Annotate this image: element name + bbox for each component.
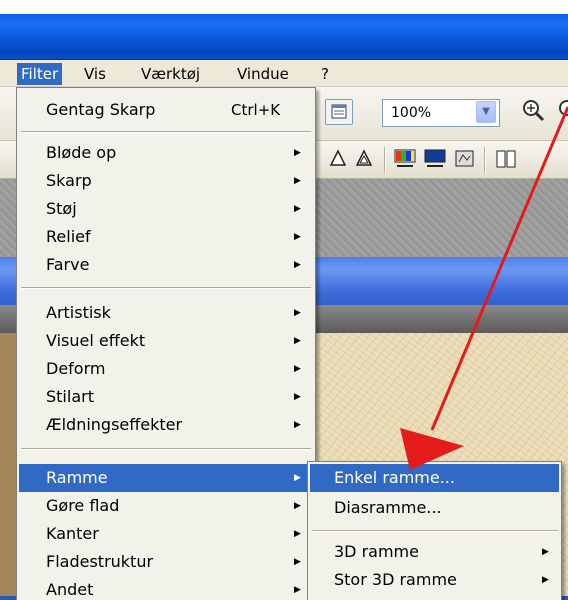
menu-separator: [21, 131, 311, 133]
submenu-arrow-icon: ▶: [294, 336, 301, 346]
menu-separator: [21, 448, 311, 450]
menu-item-label: Diasramme...: [334, 498, 442, 517]
menu-item-label: Kanter: [46, 524, 99, 543]
menu-filter[interactable]: Filter: [17, 63, 63, 85]
menu-vindue[interactable]: Vindue: [233, 63, 293, 85]
window-icon[interactable]: [325, 99, 353, 125]
menu-item-label: Gøre flad: [46, 496, 120, 515]
filter-menu: Gentag Skarp Ctrl+K Bløde op ▶ Skarp ▶ Stø…: [16, 87, 316, 600]
menu-item-label: Andet: [46, 580, 94, 599]
submenu-arrow-icon: ▶: [294, 557, 301, 567]
submenu-arrow-icon: ▶: [294, 501, 301, 511]
submenu-arrow-icon: ▶: [294, 260, 301, 270]
menu-item-label: Stilart: [46, 387, 94, 406]
menu-item-label: Ældningseffekter: [46, 415, 183, 434]
submenu-arrow-icon: ▶: [542, 547, 549, 557]
menu-item-label: Deform: [46, 359, 106, 378]
menu-item-relief[interactable]: Relief ▶: [19, 223, 313, 251]
menu-item-deform[interactable]: Deform ▶: [19, 355, 313, 383]
menu-item-label: Støj: [46, 199, 77, 218]
menu-item-label: Visuel effekt: [46, 331, 146, 350]
zoom-dropdown-icon[interactable]: ▼: [476, 101, 496, 123]
menu-item-kanter[interactable]: Kanter ▶: [19, 520, 313, 548]
toolbar-separator: [484, 147, 486, 173]
submenu-arrow-icon: ▶: [294, 364, 301, 374]
menu-item-skarp[interactable]: Skarp ▶: [19, 167, 313, 195]
panel-icon[interactable]: [494, 148, 516, 170]
menu-item-andet[interactable]: Andet ▶: [19, 576, 313, 600]
menu-item-artistisk[interactable]: Artistisk ▶: [19, 299, 313, 327]
menu-item-stilart[interactable]: Stilart ▶: [19, 383, 313, 411]
menu-item-fladestruktur[interactable]: Fladestruktur ▶: [19, 548, 313, 576]
title-bar[interactable]: [0, 14, 568, 60]
menu-item-aeldningseffekter[interactable]: Ældningseffekter ▶: [19, 411, 313, 439]
color-balance-icon[interactable]: [393, 148, 416, 170]
menu-item-label: Bløde op: [46, 143, 117, 162]
menu-item-label: Gentag Skarp: [46, 100, 156, 119]
menu-item-farve[interactable]: Farve ▶: [19, 251, 313, 279]
submenu-arrow-icon: ▶: [294, 473, 301, 483]
menu-separator: [21, 287, 311, 289]
zoom-in-icon[interactable]: [520, 97, 546, 129]
submenu-item-enkel-ramme[interactable]: Enkel ramme...: [310, 464, 559, 492]
monitor-icon[interactable]: [423, 148, 446, 170]
submenu-arrow-icon: ▶: [542, 575, 549, 585]
triangle-icon[interactable]: [328, 147, 348, 174]
submenu-arrow-icon: ▶: [294, 148, 301, 158]
submenu-arrow-icon: ▶: [294, 232, 301, 242]
menu-item-label: 3D ramme: [334, 542, 419, 561]
menu-item-label: Enkel ramme...: [334, 468, 455, 487]
submenu-arrow-icon: ▶: [294, 420, 301, 430]
submenu-arrow-icon: ▶: [294, 585, 301, 595]
menu-item-label: Farve: [46, 255, 90, 274]
zoom-out-icon[interactable]: [556, 97, 568, 129]
submenu-item-3d-ramme[interactable]: 3D ramme ▶: [310, 538, 559, 566]
menu-vaerktoj[interactable]: Værktøj: [137, 63, 204, 85]
menu-item-label: Fladestruktur: [46, 552, 154, 571]
submenu-arrow-icon: ▶: [294, 529, 301, 539]
menu-item-label: Ramme: [46, 468, 108, 487]
shortcut-label: Ctrl+K: [231, 101, 281, 119]
menu-bar: Filter Vis Værktøj Vindue ?: [0, 60, 568, 87]
menu-item-repeat[interactable]: Gentag Skarp Ctrl+K: [19, 96, 313, 124]
menu-item-blode-op[interactable]: Bløde op ▶: [19, 139, 313, 167]
ramme-submenu: Enkel ramme... Diasramme... 3D ramme ▶ St…: [307, 461, 562, 600]
menu-item-label: Artistisk: [46, 303, 111, 322]
menu-separator: [312, 530, 558, 532]
triangle-outline-icon[interactable]: [354, 147, 374, 174]
menu-item-ramme[interactable]: Ramme ▶: [19, 464, 313, 492]
top-margin: [0, 0, 568, 14]
image-effect-icon[interactable]: [453, 148, 475, 170]
menu-vis[interactable]: Vis: [80, 63, 110, 85]
menu-item-visuel-effekt[interactable]: Visuel effekt ▶: [19, 327, 313, 355]
menu-help[interactable]: ?: [317, 63, 333, 85]
submenu-arrow-icon: ▶: [294, 392, 301, 402]
menu-item-label: Skarp: [46, 171, 92, 190]
submenu-item-stor-3d-ramme[interactable]: Stor 3D ramme ▶: [310, 566, 559, 594]
menu-item-label: Relief: [46, 227, 91, 246]
submenu-item-diasramme[interactable]: Diasramme...: [310, 494, 559, 522]
menu-item-gore-flad[interactable]: Gøre flad ▶: [19, 492, 313, 520]
submenu-arrow-icon: ▶: [294, 176, 301, 186]
submenu-arrow-icon: ▶: [294, 204, 301, 214]
menu-item-stoj[interactable]: Støj ▶: [19, 195, 313, 223]
submenu-arrow-icon: ▶: [294, 308, 301, 318]
menu-item-label: Stor 3D ramme: [334, 570, 457, 589]
toolbar-separator: [384, 147, 386, 173]
